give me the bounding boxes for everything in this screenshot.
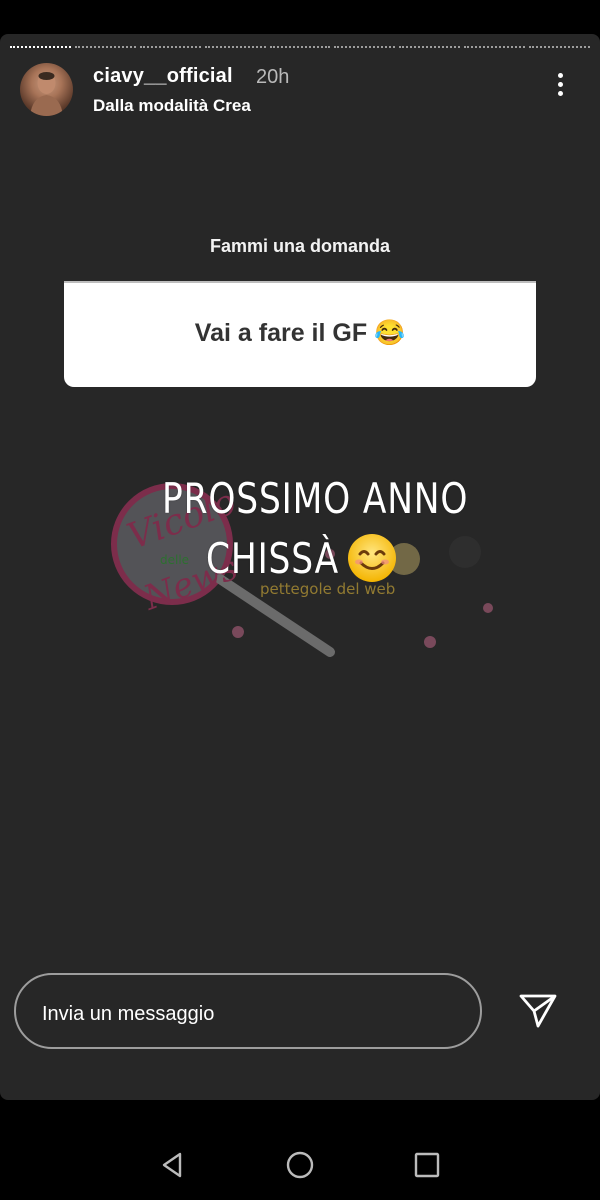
system-navigation-bar (0, 1100, 600, 1200)
progress-segment (10, 46, 71, 50)
story-progress-bar (10, 46, 591, 50)
smiling-face-emoji-icon (348, 534, 396, 582)
story-viewer[interactable]: ciavy__official 20h Dalla modalità Crea … (0, 34, 600, 1100)
story-source-label: Dalla modalità Crea (93, 96, 251, 115)
story-header: ciavy__official 20h Dalla modalità Crea (20, 63, 580, 119)
progress-segment (74, 46, 136, 50)
progress-segment (399, 46, 461, 50)
progress-segment (204, 46, 266, 50)
progress-segment (529, 46, 591, 50)
send-paper-plane-icon[interactable] (518, 993, 558, 1029)
message-placeholder: Invia un messaggio (42, 1003, 215, 1025)
progress-segment (334, 46, 396, 50)
progress-segment (464, 46, 526, 50)
question-sticker-title: Fammi una domanda (209, 236, 391, 256)
question-sticker-answer: Vai a fare il GF 😂 (194, 319, 406, 347)
message-input[interactable]: Invia un messaggio (14, 973, 482, 1049)
more-vertical-icon[interactable] (556, 73, 564, 101)
avatar[interactable] (20, 63, 73, 116)
progress-segment (269, 46, 331, 50)
post-time: 20h (256, 66, 290, 88)
circle-home-icon[interactable] (285, 1150, 315, 1180)
progress-segment (139, 46, 201, 50)
author-username[interactable]: ciavy__official (93, 65, 233, 88)
reply-text-line-2: CHISSÀ (206, 534, 339, 583)
square-recents-icon[interactable] (412, 1150, 442, 1180)
reply-text-line-1: PROSSIMO ANNO (162, 474, 469, 523)
triangle-back-icon[interactable] (158, 1150, 188, 1180)
question-sticker-card: Vai a fare il GF 😂 (64, 283, 536, 387)
